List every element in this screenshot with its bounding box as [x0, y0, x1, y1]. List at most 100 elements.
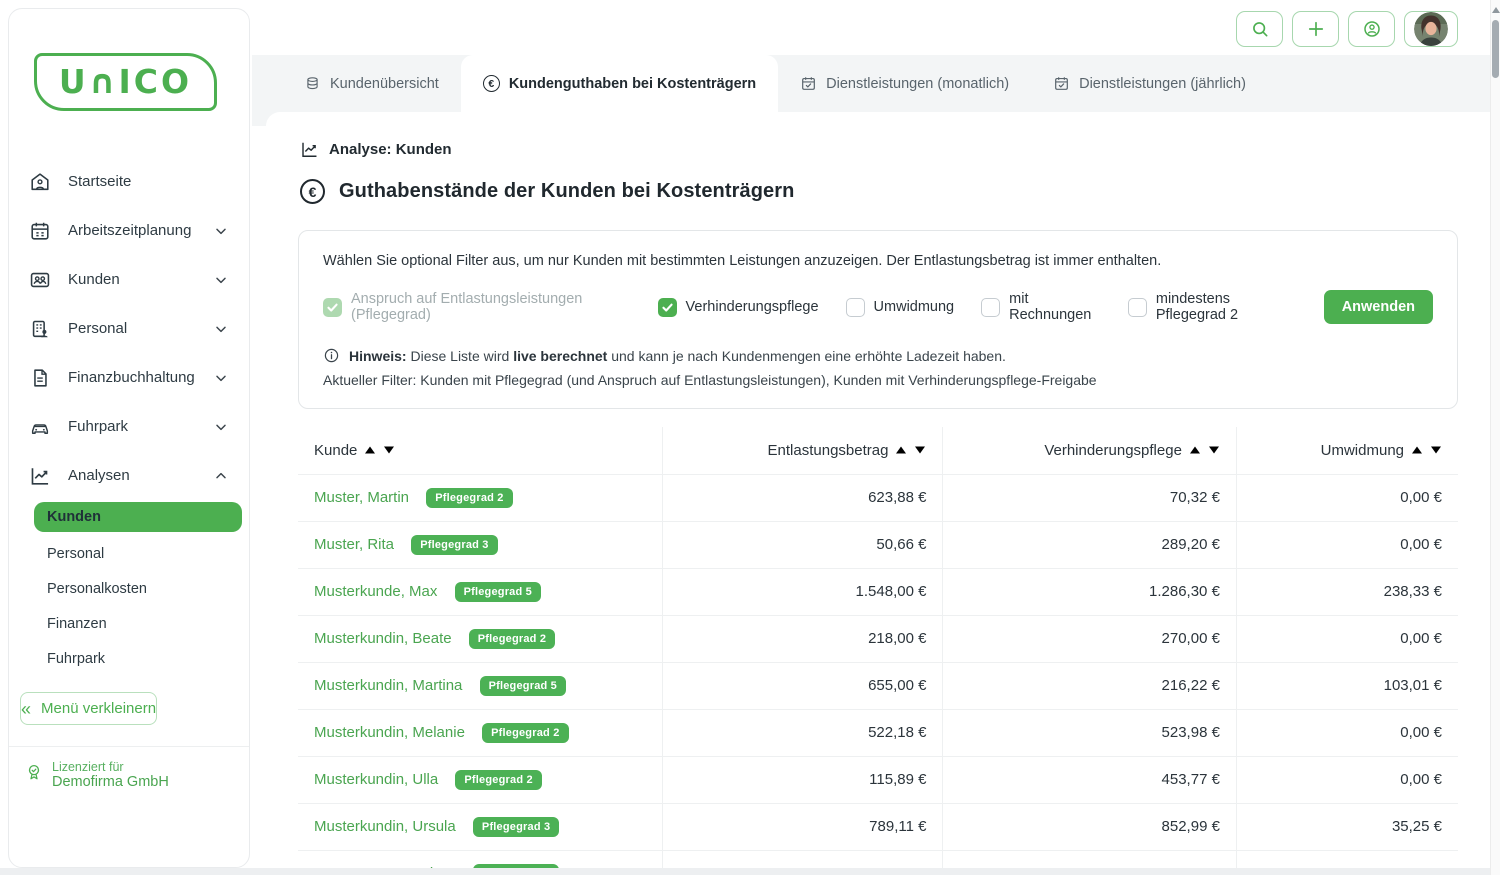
- submenu-label: Kunden: [47, 509, 101, 525]
- pflegegrad-badge: Pflegegrad 3: [411, 535, 497, 555]
- checkbox-anspruch-entlastungsleistungen[interactable]: Anspruch auf Entlastungsleistungen (Pfle…: [323, 291, 631, 323]
- pflegegrad-badge: Pflegegrad 2: [455, 770, 541, 790]
- sidebar-item-startseite[interactable]: Startseite: [9, 157, 249, 206]
- calendar-check-icon: [1053, 75, 1070, 92]
- entlastungsbetrag-value: 522,18 €: [662, 709, 943, 756]
- table-row[interactable]: Musterkundin, Martina Pflegegrad 5 655,0…: [298, 662, 1458, 709]
- license-company: Demofirma GmbH: [52, 774, 169, 790]
- sidebar-divider: [9, 746, 249, 747]
- analysen-submenu: Kunden Personal Personalkosten Finanzen …: [9, 502, 249, 676]
- logo-text: U∩ICO: [59, 62, 192, 101]
- umwidmung-value: 238,33 €: [1236, 568, 1458, 615]
- collapse-menu-button[interactable]: « Menü verkleinern: [20, 692, 157, 725]
- search-icon: [1250, 19, 1270, 39]
- customer-name-link[interactable]: Musterkunde, Max: [314, 583, 437, 600]
- submenu-item-personalkosten[interactable]: Personalkosten: [9, 571, 249, 606]
- column-header-umwidmung[interactable]: Umwidmung: [1236, 427, 1458, 474]
- submenu-item-kunden[interactable]: Kunden: [34, 502, 242, 532]
- checkbox-label: Verhinderungspflege: [686, 299, 819, 315]
- account-button[interactable]: [1348, 11, 1395, 47]
- sort-descending-icon[interactable]: [383, 445, 395, 455]
- verhinderungspflege-value: 523,98 €: [943, 709, 1236, 756]
- topbar-actions: [1236, 11, 1458, 47]
- chart-icon: [29, 465, 51, 487]
- column-header-kunde[interactable]: Kunde: [298, 427, 662, 474]
- pflegegrad-badge: Pflegegrad 2: [469, 629, 555, 649]
- sidebar-item-label: Kunden: [68, 271, 120, 288]
- apply-button[interactable]: Anwenden: [1324, 290, 1433, 324]
- checkbox-verhinderungspflege[interactable]: Verhinderungspflege: [658, 298, 819, 317]
- umwidmung-value: 0,00 €: [1236, 756, 1458, 803]
- submenu-item-fuhrpark[interactable]: Fuhrpark: [9, 641, 249, 676]
- table-row[interactable]: Muster, Martin Pflegegrad 2 623,88 € 70,…: [298, 474, 1458, 521]
- sort-ascending-icon[interactable]: [1411, 445, 1423, 455]
- customer-name-link[interactable]: Muster, Rita: [314, 536, 394, 553]
- table-row[interactable]: Musterkundin, Beate Pflegegrad 2 218,00 …: [298, 615, 1458, 662]
- vertical-scrollbar[interactable]: [1490, 0, 1500, 875]
- tab-dienstleistungen-monatlich[interactable]: Dienstleistungen (monatlich): [778, 55, 1031, 112]
- table-row[interactable]: Musterkunde, Max Pflegegrad 5 1.548,00 €…: [298, 568, 1458, 615]
- customer-name-link[interactable]: Musterkundin, Beate: [314, 630, 452, 647]
- avatar-button[interactable]: [1404, 11, 1458, 47]
- sidebar-item-label: Fuhrpark: [68, 418, 128, 435]
- column-header-entlastungsbetrag[interactable]: Entlastungsbetrag: [662, 427, 943, 474]
- checkbox-mindestens-pflegegrad-2[interactable]: mindestens Pflegegrad 2: [1128, 291, 1297, 323]
- submenu-item-personal[interactable]: Personal: [9, 536, 249, 571]
- add-button[interactable]: [1292, 11, 1339, 47]
- table-row[interactable]: Mustermann, Herbert Pflegegrad 4 456,79 …: [298, 850, 1458, 868]
- sort-descending-icon[interactable]: [1430, 445, 1442, 455]
- sidebar-item-kunden[interactable]: Kunden: [9, 255, 249, 304]
- scrollbar-thumb[interactable]: [1492, 20, 1499, 78]
- column-label: Umwidmung: [1321, 442, 1404, 459]
- euro-circle-icon: €: [300, 179, 325, 204]
- sort-ascending-icon[interactable]: [1189, 445, 1201, 455]
- main-content: Analyse: Kunden € Guthabenstände der Kun…: [266, 112, 1490, 868]
- verhinderungspflege-value: 852,99 €: [943, 803, 1236, 850]
- customer-name-link[interactable]: Musterkundin, Martina: [314, 677, 462, 694]
- pflegegrad-badge: Pflegegrad 2: [482, 723, 568, 743]
- sidebar-item-finanzbuchhaltung[interactable]: Finanzbuchhaltung: [9, 353, 249, 402]
- table-row[interactable]: Muster, Rita Pflegegrad 3 50,66 € 289,20…: [298, 521, 1458, 568]
- checkbox-mit-rechnungen[interactable]: mit Rechnungen: [981, 291, 1101, 323]
- chevron-down-icon: [213, 419, 229, 435]
- sidebar-item-fuhrpark[interactable]: Fuhrpark: [9, 402, 249, 451]
- verhinderungspflege-value: 1.286,30 €: [943, 568, 1236, 615]
- checkbox-label: Anspruch auf Entlastungsleistungen (Pfle…: [351, 291, 631, 323]
- info-icon: [323, 347, 340, 364]
- umwidmung-value: 0,00 €: [1236, 850, 1458, 868]
- table-row[interactable]: Musterkundin, Melanie Pflegegrad 2 522,1…: [298, 709, 1458, 756]
- page-title: Guthabenstände der Kunden bei Kostenträg…: [339, 180, 794, 203]
- customer-name-link[interactable]: Musterkundin, Melanie: [314, 724, 465, 741]
- sidebar-item-label: Finanzbuchhaltung: [68, 369, 195, 386]
- customer-name-link[interactable]: Musterkundin, Ursula: [314, 818, 456, 835]
- sort-ascending-icon[interactable]: [895, 445, 907, 455]
- search-button[interactable]: [1236, 11, 1283, 47]
- current-filter-text: Aktueller Filter: Kunden mit Pflegegrad …: [323, 372, 1433, 388]
- umwidmung-value: 103,01 €: [1236, 662, 1458, 709]
- umwidmung-value: 0,00 €: [1236, 709, 1458, 756]
- customer-name-link[interactable]: Muster, Martin: [314, 489, 409, 506]
- license-icon: [25, 763, 43, 781]
- sort-descending-icon[interactable]: [914, 445, 926, 455]
- sort-ascending-icon[interactable]: [364, 445, 376, 455]
- submenu-label: Fuhrpark: [47, 651, 105, 667]
- column-label: Verhinderungspflege: [1044, 442, 1182, 459]
- checkbox-umwidmung[interactable]: Umwidmung: [846, 298, 955, 317]
- scrollbar-up-arrow[interactable]: [1492, 7, 1500, 13]
- tab-kundenuebersicht[interactable]: Kundenübersicht: [282, 55, 461, 112]
- column-header-verhinderungspflege[interactable]: Verhinderungspflege: [943, 427, 1236, 474]
- sidebar-item-arbeitszeitplanung[interactable]: Arbeitszeitplanung: [9, 206, 249, 255]
- tab-kundenguthaben[interactable]: € Kundenguthaben bei Kostenträgern: [461, 55, 778, 112]
- avatar: [1414, 12, 1448, 46]
- customer-name-link[interactable]: Musterkundin, Ulla: [314, 771, 438, 788]
- submenu-item-finanzen[interactable]: Finanzen: [9, 606, 249, 641]
- table-header-row: Kunde Entlastungsbetrag Verhinderungspfl…: [298, 427, 1458, 474]
- sort-descending-icon[interactable]: [1208, 445, 1220, 455]
- tab-dienstleistungen-jaehrlich[interactable]: Dienstleistungen (jährlich): [1031, 55, 1268, 112]
- table-row[interactable]: Musterkundin, Ulla Pflegegrad 2 115,89 €…: [298, 756, 1458, 803]
- table-row[interactable]: Musterkundin, Ursula Pflegegrad 3 789,11…: [298, 803, 1458, 850]
- submenu-label: Finanzen: [47, 616, 107, 632]
- sidebar-item-analysen[interactable]: Analysen: [9, 451, 249, 500]
- filter-panel: Wählen Sie optional Filter aus, um nur K…: [298, 230, 1458, 409]
- sidebar-item-personal[interactable]: Personal: [9, 304, 249, 353]
